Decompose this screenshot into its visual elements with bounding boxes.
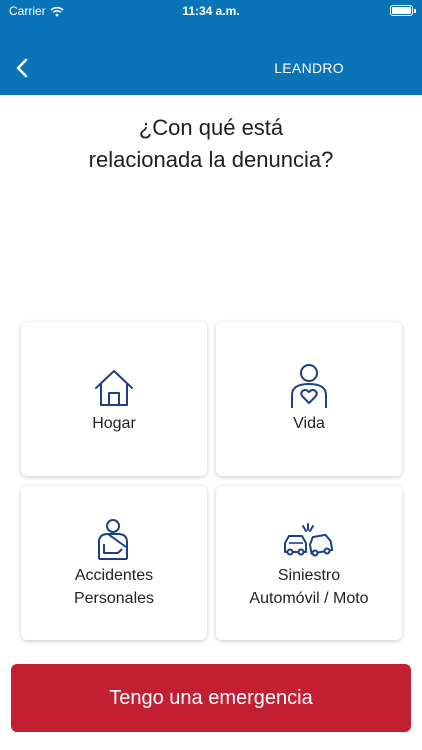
injured-person-icon <box>98 519 128 560</box>
option-label: Siniestro Automóvil / Moto <box>249 567 369 607</box>
page-title: ¿Con qué está relacionada la denuncia? <box>0 112 422 176</box>
person-heart-icon <box>291 364 327 408</box>
user-name: LEANDRO <box>274 60 344 76</box>
status-bar: Carrier 11:34 a.m. <box>0 0 422 22</box>
header: Carrier 11:34 a.m. LEANDRO <box>0 0 422 95</box>
chevron-left-icon <box>16 58 28 78</box>
option-card-vida[interactable]: Vida <box>216 322 402 476</box>
option-card-accidentes-personales[interactable]: Accidentes Personales <box>21 486 207 640</box>
emergency-button[interactable]: Tengo una emergencia <box>11 664 411 732</box>
page-title-line-2: relacionada la denuncia? <box>88 147 334 172</box>
status-time: 11:34 a.m. <box>182 4 240 18</box>
option-label: Hogar <box>92 415 136 432</box>
option-label: Accidentes Personales <box>73 567 155 607</box>
back-button[interactable] <box>10 54 34 82</box>
battery-icon <box>390 5 416 16</box>
option-label: Vida <box>293 415 325 432</box>
house-icon <box>95 370 133 406</box>
car-crash-icon <box>284 523 334 557</box>
page-title-line-1: ¿Con qué está <box>138 115 284 140</box>
option-card-siniestro-automovil[interactable]: Siniestro Automóvil / Moto <box>216 486 402 640</box>
nav-bar: LEANDRO <box>0 40 422 96</box>
option-card-hogar[interactable]: Hogar <box>21 322 207 476</box>
